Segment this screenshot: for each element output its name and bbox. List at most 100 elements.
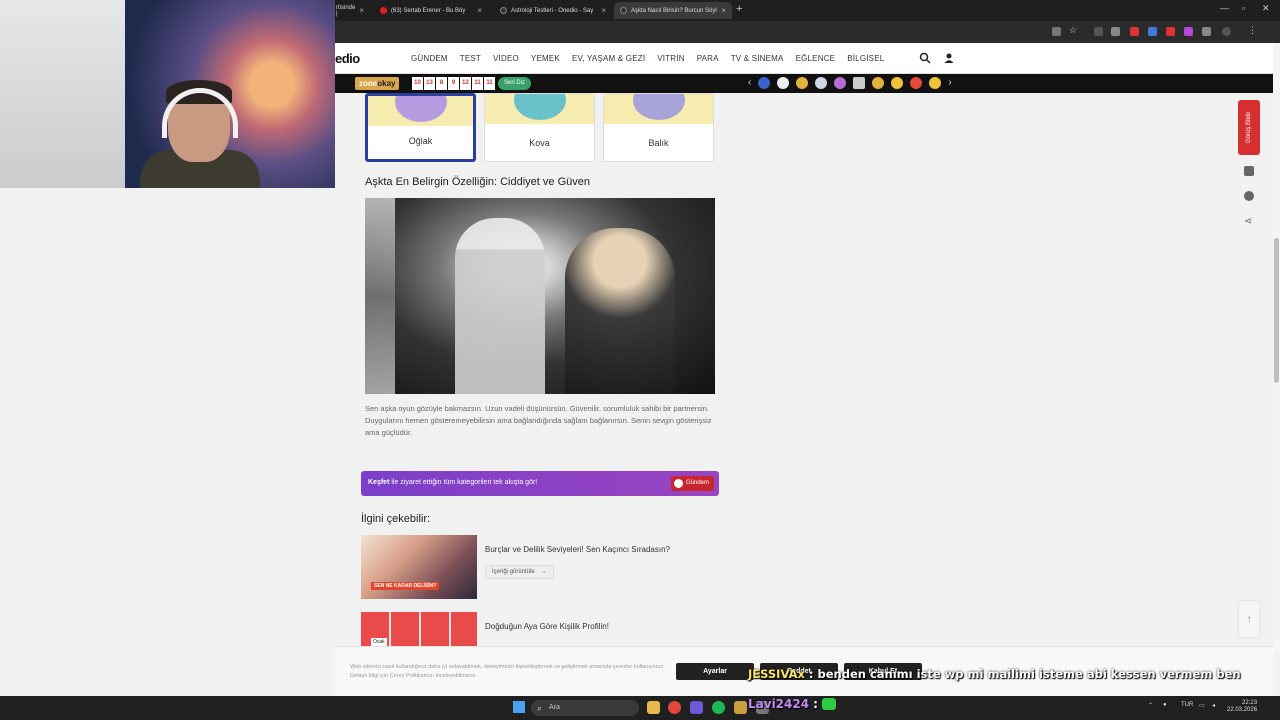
install-icon[interactable] (1052, 27, 1061, 36)
reaction-icon[interactable] (853, 77, 866, 89)
zodiac-card-oglak[interactable]: Oğlak (365, 93, 476, 162)
zone-okay-logo[interactable]: zoneokay (355, 77, 400, 90)
nav-item-para[interactable]: PARA (697, 54, 719, 63)
nav-item-ev-yasam[interactable]: EV, YAŞAM & GEZİ (572, 54, 645, 63)
browser-tab[interactable]: rtisinde | × (330, 2, 370, 19)
reaction-icon[interactable] (777, 77, 790, 89)
recommendation-title[interactable]: Burçlar ve Delilik Seviyeleri! Sen Kaçın… (485, 545, 670, 554)
search-icon[interactable] (919, 52, 931, 64)
recommendation-item[interactable]: SEN NE KADAR DELİSİN? Burçlar ve Delilik… (361, 535, 719, 601)
cookie-text: Web sitemizi nasıl kullandığınız daha iy… (350, 664, 665, 679)
number-tile[interactable]: 12 (460, 77, 471, 90)
reaction-icon[interactable] (929, 77, 942, 89)
tab-label: rtisinde | (336, 4, 356, 17)
gundem-badge[interactable]: Gündem (670, 476, 714, 491)
nav-item-test[interactable]: TEST (460, 54, 481, 63)
nav-item-tv-sinema[interactable]: TV & SİNEMA (731, 54, 784, 63)
app-icon[interactable] (734, 701, 747, 714)
reaction-icon[interactable] (891, 77, 904, 89)
zodiac-card-balik[interactable]: Balık (603, 93, 714, 162)
reaction-icon[interactable] (872, 77, 885, 89)
reaction-icon[interactable] (910, 77, 923, 89)
close-icon[interactable]: × (721, 6, 726, 15)
reaction-icon[interactable] (758, 77, 771, 89)
tab-label: Astroloji Testleri - Onedio - Say (511, 7, 594, 14)
page-scrollbar[interactable] (1273, 43, 1280, 653)
spotify-icon[interactable] (712, 701, 725, 714)
puzzle-icon[interactable] (1202, 27, 1211, 36)
close-icon[interactable]: × (601, 6, 606, 15)
taskbar-search[interactable]: Ara (531, 700, 639, 716)
tray-chevron-icon[interactable]: ⌃ (1148, 702, 1153, 709)
nav-item-yemek[interactable]: YEMEK (531, 54, 560, 63)
maximize-icon[interactable]: ▫ (1242, 3, 1245, 13)
app-icon[interactable] (690, 701, 703, 714)
extension-icon[interactable] (1094, 27, 1103, 36)
chrome-icon[interactable] (668, 701, 681, 714)
reaction-icon[interactable] (815, 77, 828, 89)
comment-icon[interactable] (1244, 191, 1254, 201)
profile-icon[interactable] (1222, 27, 1231, 36)
menu-dots-icon[interactable]: ⋮ (1248, 25, 1257, 35)
extension-icon[interactable] (1184, 27, 1193, 36)
new-tab-button[interactable]: + (736, 3, 742, 15)
extension-icon[interactable] (1111, 27, 1120, 36)
nav-item-eglence[interactable]: EĞLENCE (796, 54, 836, 63)
extension-icon[interactable] (1130, 27, 1139, 36)
file-explorer-icon[interactable] (647, 701, 660, 714)
extension-icon[interactable] (1148, 27, 1157, 36)
number-tile[interactable]: 9 (448, 77, 459, 90)
nav-item-bilgisel[interactable]: BİLGİSEL (847, 54, 884, 63)
onedio-icon (620, 7, 627, 14)
recommendation-item[interactable]: Ocak Doğduğun Aya Göre Kişilik Profilin! (361, 612, 719, 646)
nav-item-video[interactable]: VİDEO (493, 54, 519, 63)
taskbar-clock[interactable]: 22:23 22.03.2026 (1227, 700, 1257, 714)
browser-tab[interactable]: Astroloji Testleri - Onedio - Say × (494, 2, 612, 19)
bookmark-icon[interactable] (1244, 166, 1254, 176)
result-photo (365, 198, 715, 394)
number-tile[interactable]: 10 (412, 77, 423, 90)
share-icon[interactable]: ⋖ (1244, 217, 1254, 227)
nav-item-vitrin[interactable]: VİTRİN (657, 54, 684, 63)
language-indicator[interactable]: TUR (1181, 702, 1193, 708)
minimize-icon[interactable]: — (1220, 3, 1229, 13)
extension-icon[interactable] (1166, 27, 1175, 36)
close-icon[interactable]: × (477, 6, 482, 15)
window-close-icon[interactable]: ✕ (1262, 3, 1270, 14)
scrollbar-thumb[interactable] (1274, 238, 1279, 383)
close-icon[interactable]: × (359, 6, 364, 15)
bookmark-star-icon[interactable]: ☆ (1069, 25, 1078, 35)
zodiac-illustration (632, 94, 685, 120)
nav-item-gundem[interactable]: GÜNDEM (411, 54, 448, 63)
recommendation-thumbnail[interactable]: SEN NE KADAR DELİSİN? (361, 535, 477, 599)
site-logo[interactable]: edio (335, 51, 360, 66)
taskbar: Ara ⌃ ● TUR ▭ ◂ 22:2322.03.2026 (0, 696, 1280, 720)
cookie-settings-button[interactable]: Ayarlar (676, 663, 754, 680)
number-tile[interactable]: 13 (424, 77, 435, 90)
seri-diz-button[interactable]: Seri Diz (498, 77, 532, 90)
recommendation-thumbnail[interactable]: Ocak (361, 612, 477, 646)
kesfet-banner[interactable]: Keşfet ile ziyaret ettiğin tüm kategoril… (361, 471, 719, 496)
volume-icon[interactable]: ◂ (1212, 702, 1215, 709)
microphone-icon[interactable]: ● (1163, 702, 1167, 708)
chevron-right-icon[interactable]: › (948, 77, 951, 89)
browser-tab[interactable]: (63) Sertab Erener - Bu Böy × (374, 2, 488, 19)
zodiac-card-kova[interactable]: Kova (484, 93, 595, 162)
number-tile[interactable]: 11 (472, 77, 483, 90)
reaction-icon[interactable] (796, 77, 809, 89)
chevron-left-icon[interactable]: ‹ (748, 77, 751, 89)
network-icon[interactable]: ▭ (1199, 702, 1205, 709)
stream-chat-message: Lavi2424 : (748, 697, 836, 711)
recommendations-heading: İlgini çekebilir: (361, 513, 431, 525)
reaction-icon[interactable] (834, 77, 847, 89)
number-tile[interactable]: 11 (484, 77, 495, 90)
feedback-button[interactable]: Görüş Bildir (1238, 100, 1260, 155)
windows-start-icon[interactable] (513, 701, 525, 713)
scroll-to-top-button[interactable]: ↑ (1238, 600, 1260, 638)
recommendation-title[interactable]: Doğduğun Aya Göre Kişilik Profilin! (485, 622, 609, 631)
chat-text: : (813, 697, 818, 711)
number-tile[interactable]: 8 (436, 77, 447, 90)
view-content-button[interactable]: İçeriği görüntüle → (485, 565, 554, 579)
browser-tab-active[interactable]: Aşkta Nasıl Birisin? Burcun Söyl × (614, 2, 732, 19)
user-icon[interactable] (943, 52, 955, 64)
